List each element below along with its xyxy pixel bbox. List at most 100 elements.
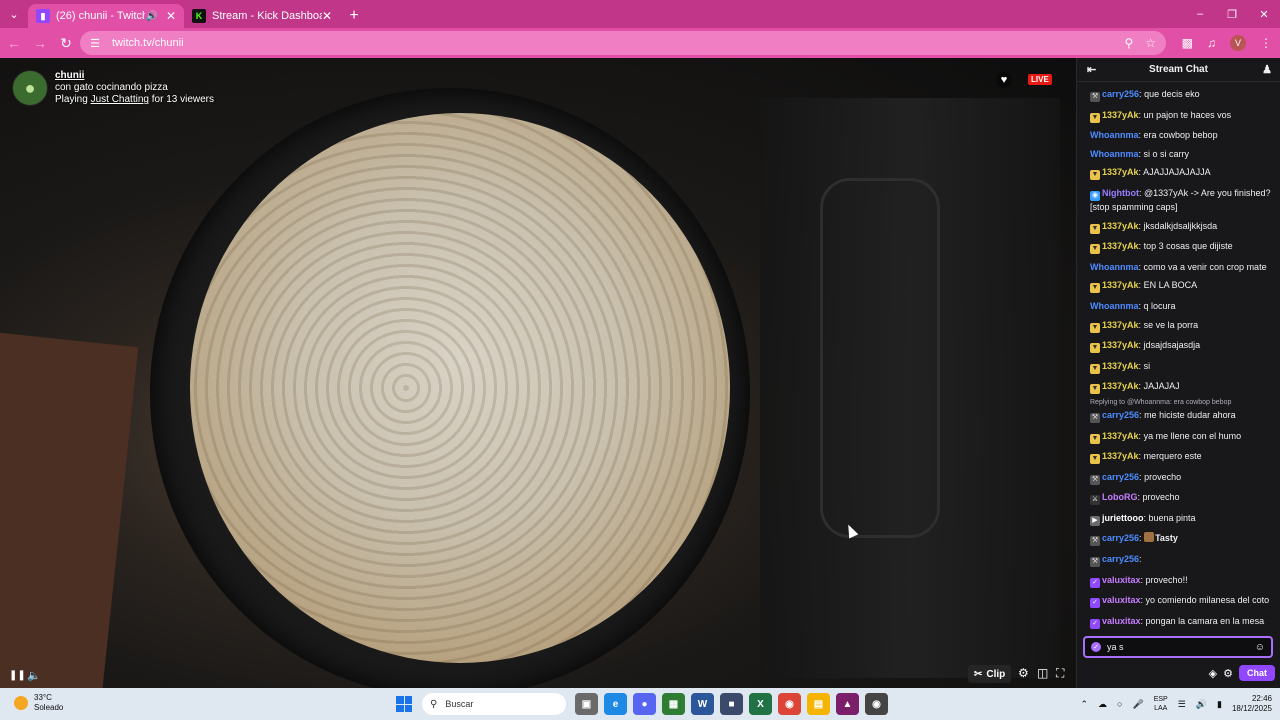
discord-icon[interactable]: ● [633, 693, 656, 715]
chat-username[interactable]: valuxitax [1102, 616, 1141, 626]
reply-context[interactable]: Replying to @Whoannma: era cowbop bebop [1090, 399, 1280, 406]
wrench-badge-icon[interactable]: ⚒ [1090, 557, 1100, 568]
chat-message[interactable]: ▼ 1337yAk: JAJAJAJ [1090, 380, 1274, 395]
battery-icon[interactable]: ▮ [1217, 699, 1222, 710]
spreadsheet-app-icon[interactable]: ▦ [662, 693, 685, 715]
chat-username[interactable]: carry256 [1102, 89, 1139, 99]
chat-username[interactable]: 1337yAk [1102, 381, 1139, 391]
tray-chevron-up-icon[interactable]: ⌃ [1080, 699, 1088, 710]
emote-picker-icon[interactable]: ☺ [1255, 642, 1265, 653]
excel-icon[interactable]: X [749, 693, 772, 715]
steam-icon[interactable]: ○ [1117, 699, 1122, 709]
chat-username[interactable]: carry256 [1102, 554, 1139, 564]
sub-badge-icon[interactable]: ▶ [1090, 515, 1100, 526]
chat-username[interactable]: valuxitax [1102, 575, 1141, 585]
new-tab-button[interactable]: + [340, 4, 368, 28]
chat-message[interactable]: ▼ 1337yAk: si [1090, 360, 1274, 374]
task-view-icon[interactable]: ▣ [575, 693, 598, 715]
save-app-icon[interactable]: ■ [720, 693, 743, 715]
chat-username[interactable]: 1337yAk [1102, 431, 1139, 441]
chat-message[interactable]: ◉ Nightbot: @1337yAk -> Are you finished?… [1090, 187, 1274, 213]
wrench-badge-icon[interactable]: ⚒ [1090, 412, 1100, 423]
tier-badge-icon[interactable]: ▼ [1090, 343, 1100, 354]
close-tab-icon[interactable]: ✕ [166, 9, 176, 23]
tier-badge-icon[interactable]: ▼ [1090, 322, 1100, 333]
edge-icon[interactable]: e [604, 693, 627, 715]
tier-badge-icon[interactable]: ▼ [1090, 363, 1100, 374]
volume-tray-icon[interactable]: 🔊 [1196, 699, 1207, 710]
tab-kick[interactable]: K Stream - Kick Dashboard ✕ [184, 4, 340, 28]
chat-username[interactable]: valuxitax [1102, 595, 1141, 605]
community-icon[interactable]: ♟ [1262, 63, 1272, 76]
streamer-avatar[interactable]: ● [12, 70, 48, 106]
chat-message[interactable]: ✓ valuxitax: yo comiendo milanesa del cot… [1090, 594, 1274, 609]
tier-badge-icon[interactable]: ▼ [1090, 384, 1100, 395]
wrench-badge-icon[interactable]: ⚒ [1090, 536, 1100, 547]
chat-message[interactable]: ✓ valuxitax: provecho!! [1090, 574, 1274, 588]
chat-message[interactable]: ⚒ carry256: provecho [1090, 471, 1274, 485]
media-control-icon[interactable]: ♫ [1207, 36, 1216, 50]
mod-badge-icon[interactable]: ⚔ [1090, 495, 1100, 506]
chat-message[interactable]: ▶ juriettooo: buena pinta [1090, 512, 1274, 526]
channel-name[interactable]: chunii [55, 70, 214, 82]
bookmark-star-icon[interactable]: ☆ [1145, 36, 1156, 50]
obs-icon[interactable]: ◉ [865, 693, 888, 715]
tab-search-chevron-icon[interactable]: ⌄ [0, 0, 28, 28]
volume-icon[interactable]: 🔈 [27, 669, 41, 682]
reload-button[interactable]: ↻ [54, 31, 78, 55]
chat-username[interactable]: 1337yAk [1102, 110, 1139, 120]
follow-heart-icon[interactable]: ♥ [996, 72, 1012, 88]
bits-icon[interactable]: ◈ [1209, 667, 1217, 680]
chat-username[interactable]: 1337yAk [1102, 340, 1139, 350]
chat-message[interactable]: ▼ 1337yAk: un pajon te haces vos [1090, 109, 1274, 123]
chat-username[interactable]: 1337yAk [1102, 451, 1139, 461]
theatre-mode-icon[interactable]: ◫ [1037, 666, 1048, 680]
onedrive-icon[interactable]: ☁ [1098, 699, 1107, 710]
chat-send-button[interactable]: Chat [1239, 665, 1275, 681]
browser-menu-icon[interactable]: ⋮ [1260, 36, 1272, 50]
chat-username[interactable]: carry256 [1102, 410, 1139, 420]
video-player[interactable]: ● chunii con gato cocinando pizza Playin… [0, 58, 1076, 688]
chat-username[interactable]: juriettooo [1102, 513, 1144, 523]
chat-username[interactable]: Whoannma [1090, 130, 1139, 140]
vip-badge-icon[interactable]: ✓ [1090, 577, 1100, 588]
word-icon[interactable]: W [691, 693, 714, 715]
close-tab-icon[interactable]: ✕ [322, 9, 332, 23]
tab-twitch[interactable]: ▮ (26) chunii - Twitch 🔊 ✕ [28, 4, 184, 28]
chat-username[interactable]: LoboRG [1102, 492, 1138, 502]
chat-message[interactable]: ▼ 1337yAk: jdsajdsajasdja [1090, 339, 1274, 354]
windows-start-icon[interactable] [396, 696, 412, 712]
chat-username[interactable]: 1337yAk [1102, 167, 1139, 177]
minimize-icon[interactable]: – [1184, 0, 1216, 28]
taskbar-search[interactable]: ⚲ Buscar [422, 693, 566, 715]
tier-badge-icon[interactable]: ▼ [1090, 454, 1100, 465]
chat-message[interactable]: Whoannma: era cowbop bebop [1090, 129, 1274, 141]
chat-username[interactable]: 1337yAk [1102, 241, 1139, 251]
microphone-icon[interactable]: 🎤 [1132, 699, 1143, 710]
wrench-badge-icon[interactable]: ⚒ [1090, 92, 1100, 102]
speaker-icon[interactable]: 🔊 [145, 11, 157, 22]
chrome-icon[interactable]: ◉ [778, 693, 801, 715]
language-indicator[interactable]: ESP LAA [1154, 695, 1168, 713]
collapse-chat-icon[interactable]: ⇤ [1087, 63, 1096, 76]
chat-message[interactable]: ▼ 1337yAk: top 3 cosas que dijiste [1090, 240, 1274, 255]
chat-message[interactable]: Whoannma: si o si carry [1090, 148, 1274, 160]
clip-button[interactable]: ✂ Clip [968, 665, 1012, 683]
chat-message[interactable]: ⚒ carry256: que decis eko [1090, 88, 1274, 102]
chat-username[interactable]: Whoannma [1090, 301, 1139, 311]
tier-badge-icon[interactable]: ▼ [1090, 170, 1100, 181]
category-link[interactable]: Just Chatting [91, 94, 149, 105]
profile-avatar[interactable]: V [1230, 35, 1246, 51]
chat-message[interactable]: ▼ 1337yAk: EN LA BOCA [1090, 279, 1274, 294]
emote-icon[interactable] [1144, 532, 1155, 543]
chat-settings-gear-icon[interactable]: ⚙ [1223, 667, 1233, 680]
chat-username[interactable]: Whoannma [1090, 262, 1139, 272]
chat-message[interactable]: ▼ 1337yAk: merquero este [1090, 450, 1274, 465]
chat-username[interactable]: carry256 [1102, 472, 1139, 482]
file-explorer-icon[interactable]: ▤ [807, 693, 830, 715]
clock[interactable]: 22:46 18/12/2025 [1232, 694, 1272, 714]
chat-message[interactable]: Whoannma: q locura [1090, 300, 1274, 312]
chat-message[interactable]: ▼ 1337yAk: jksdalkjdsaljkkjsda [1090, 220, 1274, 234]
chat-input-box[interactable]: ✓ ☺ [1083, 636, 1273, 658]
chat-username[interactable]: Nightbot [1102, 188, 1139, 198]
